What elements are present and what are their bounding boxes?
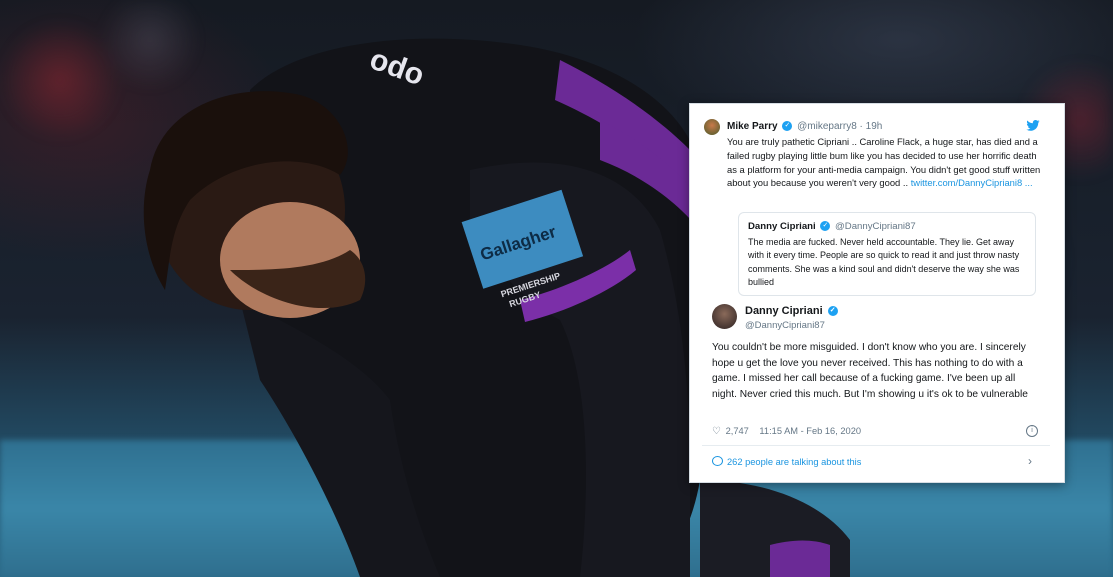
top-tweet-name: Mike Parry xyxy=(727,121,778,132)
top-tweet-handle: @mikeparry8 · 19h xyxy=(797,121,883,132)
top-tweet-text: You are truly pathetic Cipriani .. Carol… xyxy=(727,135,1043,190)
tweet-link[interactable]: twitter.com/DannyCipriani8 ... xyxy=(911,177,1033,188)
comment-bubble-icon xyxy=(712,456,723,466)
verified-badge-icon: ✓ xyxy=(827,306,838,317)
info-icon[interactable]: i xyxy=(1026,425,1038,437)
main-tweet-name-row[interactable]: Danny Cipriani ✓ xyxy=(745,305,840,317)
heart-icon[interactable]: ♡ xyxy=(712,426,721,437)
quoted-tweet-header: Danny Cipriani ✓ @DannyCipriani87 xyxy=(748,221,916,232)
like-count: 2,747 xyxy=(725,426,749,436)
quoted-tweet-handle: @DannyCipriani87 xyxy=(835,221,916,232)
quoted-tweet-name: Danny Cipriani xyxy=(748,221,816,232)
top-tweet-header: Mike Parry ✓ @mikeparry8 · 19h xyxy=(727,121,882,132)
chevron-right-icon: › xyxy=(1028,454,1032,468)
main-tweet-text: You couldn't be more misguided. I don't … xyxy=(712,342,1028,401)
main-tweet-handle: @DannyCipriani87 xyxy=(745,320,825,331)
divider xyxy=(702,445,1050,446)
talking-about-row[interactable]: 262 people are talking about this › xyxy=(712,454,1042,468)
tweet-timestamp[interactable]: 11:15 AM - Feb 16, 2020 xyxy=(759,426,861,436)
verified-badge-icon: ✓ xyxy=(820,221,831,232)
main-tweet-name: Danny Cipriani xyxy=(745,305,823,317)
mike-parry-avatar xyxy=(704,119,720,135)
tweet-screenshot-card: Mike Parry ✓ @mikeparry8 · 19h You are t… xyxy=(689,103,1065,483)
talking-count: 262 people are talking about this xyxy=(727,457,862,467)
danny-cipriani-avatar[interactable] xyxy=(712,304,737,329)
quoted-tweet-text: The media are fucked. Never held account… xyxy=(748,237,1020,288)
twitter-bird-icon xyxy=(1026,120,1040,131)
tweet-meta-row: ♡ 2,747 11:15 AM - Feb 16, 2020 i xyxy=(712,425,1042,437)
quoted-tweet[interactable]: Danny Cipriani ✓ @DannyCipriani87 The me… xyxy=(738,212,1036,296)
verified-badge-icon: ✓ xyxy=(782,121,793,132)
